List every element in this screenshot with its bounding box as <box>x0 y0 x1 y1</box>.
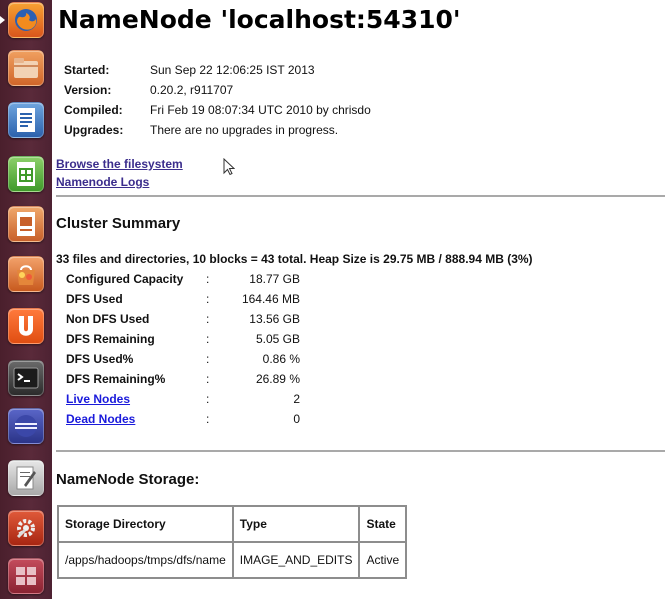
separator: : <box>206 412 210 426</box>
ubuntu-one-icon[interactable] <box>8 308 44 344</box>
separator: : <box>206 352 210 366</box>
dfs-used-pct-label: DFS Used% <box>66 352 134 366</box>
workspace-switcher-icon[interactable] <box>8 558 44 594</box>
separator: : <box>206 272 210 286</box>
divider <box>56 195 665 197</box>
stat-row-non-dfs-used: Non DFS Used : 13.56 GB <box>66 309 300 329</box>
divider <box>56 450 665 452</box>
table-row: /apps/hadoops/tmps/dfs/name IMAGE_AND_ED… <box>58 542 407 578</box>
unity-launcher <box>0 0 52 599</box>
separator: : <box>206 392 210 406</box>
started-value: Sun Sep 22 12:06:25 IST 2013 <box>150 63 315 77</box>
terminal-icon[interactable] <box>8 360 44 396</box>
separator: : <box>206 312 210 326</box>
storage-table: Storage Directory Type State /apps/hadoo… <box>57 505 408 579</box>
firefox-icon[interactable] <box>8 2 44 38</box>
dfs-used-value: 164.46 MB <box>241 292 300 306</box>
running-indicator <box>0 16 5 24</box>
dead-nodes-cell: Dead Nodes <box>66 409 206 429</box>
stat-row-dfs-remaining-pct: DFS Remaining% : 26.89 % <box>66 369 300 389</box>
namenode-storage-heading: NameNode Storage: <box>56 471 200 488</box>
state-header: State <box>359 506 407 542</box>
namenode-logs-link[interactable]: Namenode Logs <box>56 175 149 189</box>
cluster-summary-heading: Cluster Summary <box>56 215 181 232</box>
type-header: Type <box>232 506 360 542</box>
namenode-info-table: Started: Sun Sep 22 12:06:25 IST 2013 Ve… <box>64 60 371 140</box>
dfs-used-label: DFS Used <box>66 292 123 306</box>
system-settings-icon[interactable] <box>8 510 44 546</box>
version-value: 0.20.2, r911707 <box>150 83 234 97</box>
stat-row-dfs-used-pct: DFS Used% : 0.86 % <box>66 349 300 369</box>
dead-nodes-value: 0 <box>293 412 300 426</box>
mouse-cursor-icon <box>223 158 235 176</box>
info-row-started: Started: Sun Sep 22 12:06:25 IST 2013 <box>64 60 371 80</box>
non-dfs-used-label: Non DFS Used <box>66 312 150 326</box>
impress-icon[interactable] <box>8 206 44 242</box>
configured-capacity-value: 18.77 GB <box>249 272 300 286</box>
storage-directory-cell: /apps/hadoops/tmps/dfs/name <box>58 542 233 578</box>
stat-row-live-nodes: Live Nodes : 2 <box>66 389 300 409</box>
stat-row-dfs-remaining: DFS Remaining : 5.05 GB <box>66 329 300 349</box>
separator: : <box>206 332 210 346</box>
dfs-used-pct-value: 0.86 % <box>262 352 300 366</box>
storage-directory-header: Storage Directory <box>58 506 233 542</box>
info-row-compiled: Compiled: Fri Feb 19 08:07:34 UTC 2010 b… <box>64 100 371 120</box>
page-content: NameNode 'localhost:54310' Started: Sun … <box>56 0 665 599</box>
page-title: NameNode 'localhost:54310' <box>58 5 461 34</box>
info-row-upgrades: Upgrades: There are no upgrades in progr… <box>64 120 371 140</box>
type-cell: IMAGE_AND_EDITS <box>232 542 360 578</box>
storage-header-row: Storage Directory Type State <box>58 506 407 542</box>
dfs-remaining-pct-label: DFS Remaining% <box>66 372 166 386</box>
stat-row-dfs-used: DFS Used : 164.46 MB <box>66 289 300 309</box>
live-nodes-value: 2 <box>293 392 300 406</box>
version-label: Version: <box>64 83 112 97</box>
software-center-icon[interactable] <box>8 256 44 292</box>
upgrades-label: Upgrades: <box>64 123 124 137</box>
dfs-remaining-value: 5.05 GB <box>255 332 300 346</box>
separator: : <box>206 292 210 306</box>
info-row-version: Version: 0.20.2, r911707 <box>64 80 371 100</box>
eclipse-icon[interactable] <box>8 408 44 444</box>
dfs-remaining-pct-value: 26.89 % <box>255 372 300 386</box>
dead-nodes-link[interactable]: Dead Nodes <box>66 412 135 426</box>
files-icon[interactable] <box>8 50 44 86</box>
compiled-value: Fri Feb 19 08:07:34 UTC 2010 by chrisdo <box>150 103 371 117</box>
configured-capacity-label: Configured Capacity <box>66 272 184 286</box>
cluster-stats-table: Configured Capacity : 18.77 GB DFS Used … <box>66 269 300 429</box>
live-nodes-link[interactable]: Live Nodes <box>66 392 130 406</box>
started-label: Started: <box>64 63 110 77</box>
calc-icon[interactable] <box>8 156 44 192</box>
cluster-summary-line: 33 files and directories, 10 blocks = 43… <box>56 252 533 266</box>
text-editor-icon[interactable] <box>8 460 44 496</box>
state-cell: Active <box>359 542 407 578</box>
upgrades-value: There are no upgrades in progress. <box>150 123 339 137</box>
compiled-label: Compiled: <box>64 103 123 117</box>
browse-filesystem-link[interactable]: Browse the filesystem <box>56 157 183 171</box>
writer-icon[interactable] <box>8 102 44 138</box>
stat-row-configured-capacity: Configured Capacity : 18.77 GB <box>66 269 300 289</box>
separator: : <box>206 372 210 386</box>
dfs-remaining-label: DFS Remaining <box>66 332 155 346</box>
live-nodes-cell: Live Nodes <box>66 389 206 409</box>
stat-row-dead-nodes: Dead Nodes : 0 <box>66 409 300 429</box>
non-dfs-used-value: 13.56 GB <box>249 312 300 326</box>
